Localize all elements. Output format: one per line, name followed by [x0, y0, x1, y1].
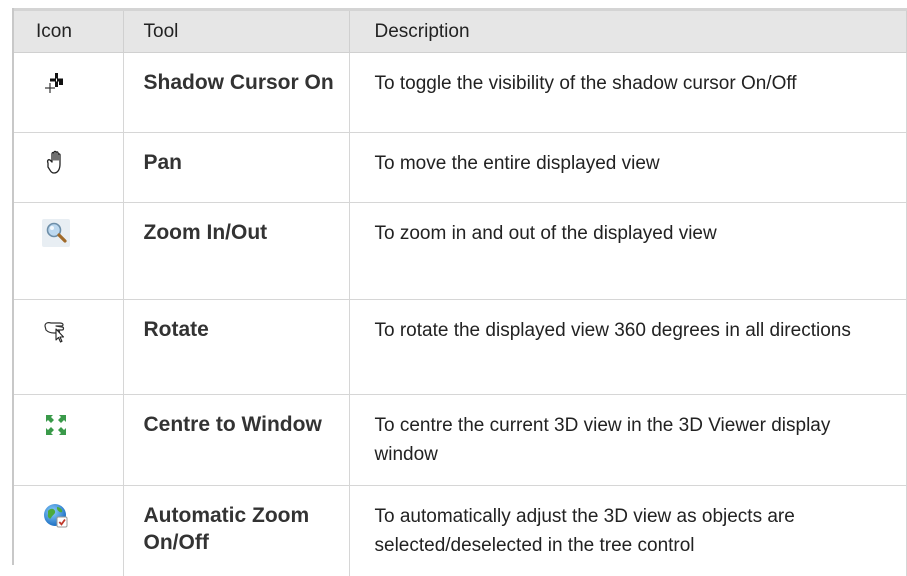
- table-row: Shadow Cursor On To toggle the visibilit…: [14, 52, 907, 133]
- tool-description: To rotate the displayed view 360 degrees…: [349, 299, 907, 395]
- table-header-row: Icon Tool Description: [14, 8, 907, 53]
- tool-description: To toggle the visibility of the shadow c…: [349, 52, 907, 133]
- shadow-cursor-icon: [42, 69, 70, 97]
- hand-pan-icon: [42, 149, 70, 177]
- header-icon: Icon: [14, 8, 124, 53]
- tool-name: Rotate: [123, 299, 350, 395]
- table-row: Zoom In/Out To zoom in and out of the di…: [14, 202, 907, 300]
- magnifier-zoom-icon: [42, 219, 70, 247]
- tool-name: Automatic Zoom On/Off: [123, 485, 350, 576]
- rotate-hand-icon: [42, 316, 70, 344]
- table-row: Automatic Zoom On/Off To automatically a…: [14, 485, 907, 576]
- tool-description: To move the entire displayed view: [349, 132, 907, 203]
- globe-auto-zoom-icon: [42, 502, 70, 530]
- table-row: Centre to Window To centre the current 3…: [14, 394, 907, 486]
- tools-table: Icon Tool Description Shadow Cursor On T…: [14, 8, 907, 576]
- tool-description: To centre the current 3D view in the 3D …: [349, 394, 907, 486]
- tool-description: To zoom in and out of the displayed view: [349, 202, 907, 300]
- header-description: Description: [349, 8, 907, 53]
- header-tool: Tool: [123, 8, 350, 53]
- tool-name: Zoom In/Out: [123, 202, 350, 300]
- tool-name: Pan: [123, 132, 350, 203]
- tool-reference-frame: Icon Tool Description Shadow Cursor On T…: [12, 8, 907, 576]
- tool-name: Shadow Cursor On: [123, 52, 350, 133]
- tool-description: To automatically adjust the 3D view as o…: [349, 485, 907, 576]
- table-row: Rotate To rotate the displayed view 360 …: [14, 299, 907, 395]
- centre-arrows-icon: [42, 411, 70, 439]
- tool-name: Centre to Window: [123, 394, 350, 486]
- table-row: Pan To move the entire displayed view: [14, 132, 907, 203]
